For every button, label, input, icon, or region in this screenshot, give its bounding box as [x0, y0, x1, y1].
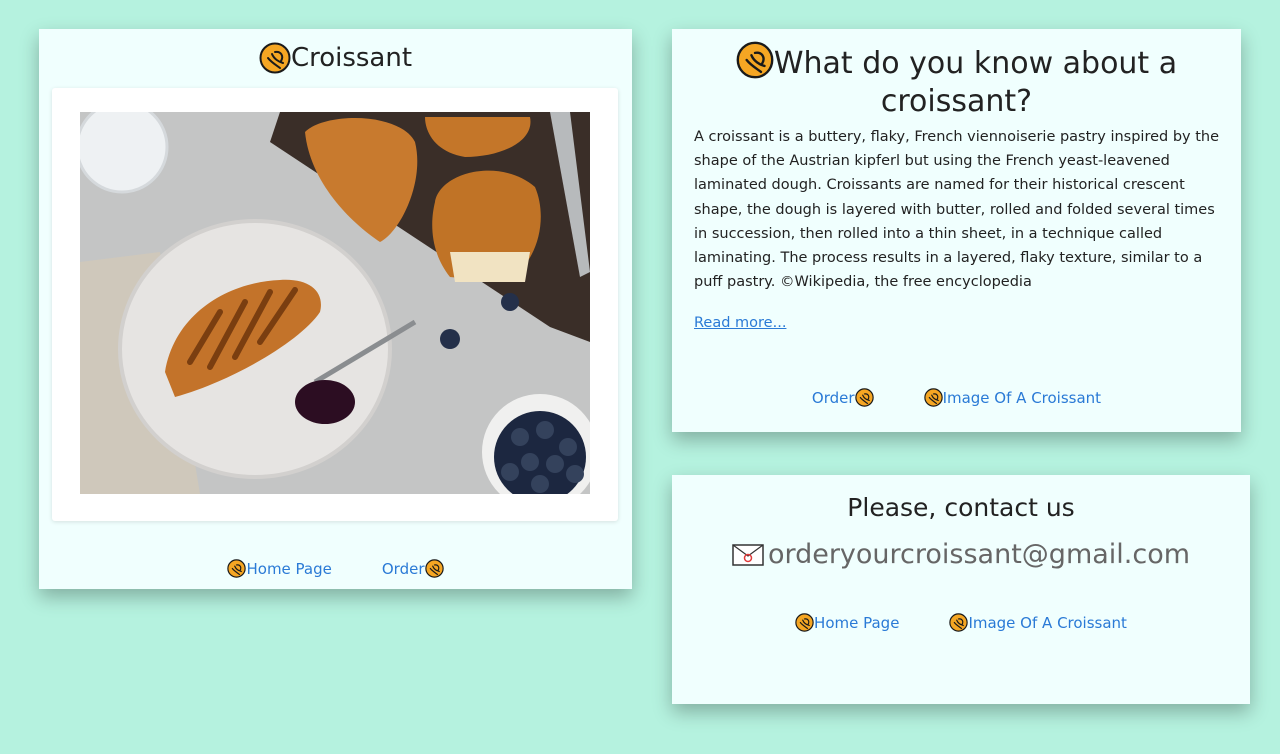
croissant-icon — [736, 41, 774, 79]
contact-title: Please, contact us — [847, 493, 1075, 522]
croissant-icon — [924, 388, 943, 407]
image-card-title: Croissant — [290, 43, 413, 73]
croissant-image-card: Croissant Home Page Order — [39, 29, 632, 589]
home-page-link[interactable]: Home Page — [227, 559, 332, 578]
contact-card-links: Home Page Image Of A Croissant — [672, 613, 1250, 632]
croissant-icon — [227, 559, 246, 578]
image-frame — [52, 88, 618, 521]
order-link-label: Order — [811, 388, 855, 407]
croissant-icon — [855, 388, 874, 407]
croissant-photo — [80, 112, 590, 494]
info-card-title: What do you know about a croissant? — [712, 41, 1201, 121]
croissant-icon — [949, 613, 968, 632]
croissant-icon — [259, 42, 291, 74]
image-card-header: Croissant — [39, 42, 632, 74]
home-page-link-label: Home Page — [246, 559, 332, 578]
info-card-header: What do you know about a croissant? — [672, 41, 1241, 121]
email-row: orderyourcroissant@gmail.com — [672, 539, 1250, 570]
image-of-croissant-link-label: Image Of A Croissant — [942, 388, 1102, 407]
image-card-links: Home Page Order — [39, 559, 632, 578]
info-card-title-text: What do you know about a croissant? — [773, 46, 1178, 119]
contact-card: Please, contact us orderyourcroissant@gm… — [672, 475, 1250, 704]
order-link-label: Order — [381, 559, 425, 578]
info-card-links: Order Image Of A Croissant — [672, 388, 1241, 407]
contact-email: orderyourcroissant@gmail.com — [767, 539, 1191, 570]
croissant-icon — [795, 613, 814, 632]
read-more-link[interactable]: Read more... — [694, 315, 786, 331]
croissant-icon — [425, 559, 444, 578]
order-link[interactable]: Order — [812, 388, 874, 407]
order-link[interactable]: Order — [382, 559, 444, 578]
envelope-icon — [732, 543, 764, 566]
home-page-link-label: Home Page — [814, 613, 900, 632]
home-page-link[interactable]: Home Page — [795, 613, 899, 632]
croissant-description: A croissant is a buttery, flaky, French … — [694, 129, 1220, 291]
image-of-croissant-link[interactable]: Image Of A Croissant — [949, 613, 1127, 632]
image-of-croissant-link-label: Image Of A Croissant — [968, 613, 1127, 632]
image-of-croissant-link[interactable]: Image Of A Croissant — [924, 388, 1102, 407]
croissant-info-card: What do you know about a croissant? A cr… — [672, 29, 1241, 432]
